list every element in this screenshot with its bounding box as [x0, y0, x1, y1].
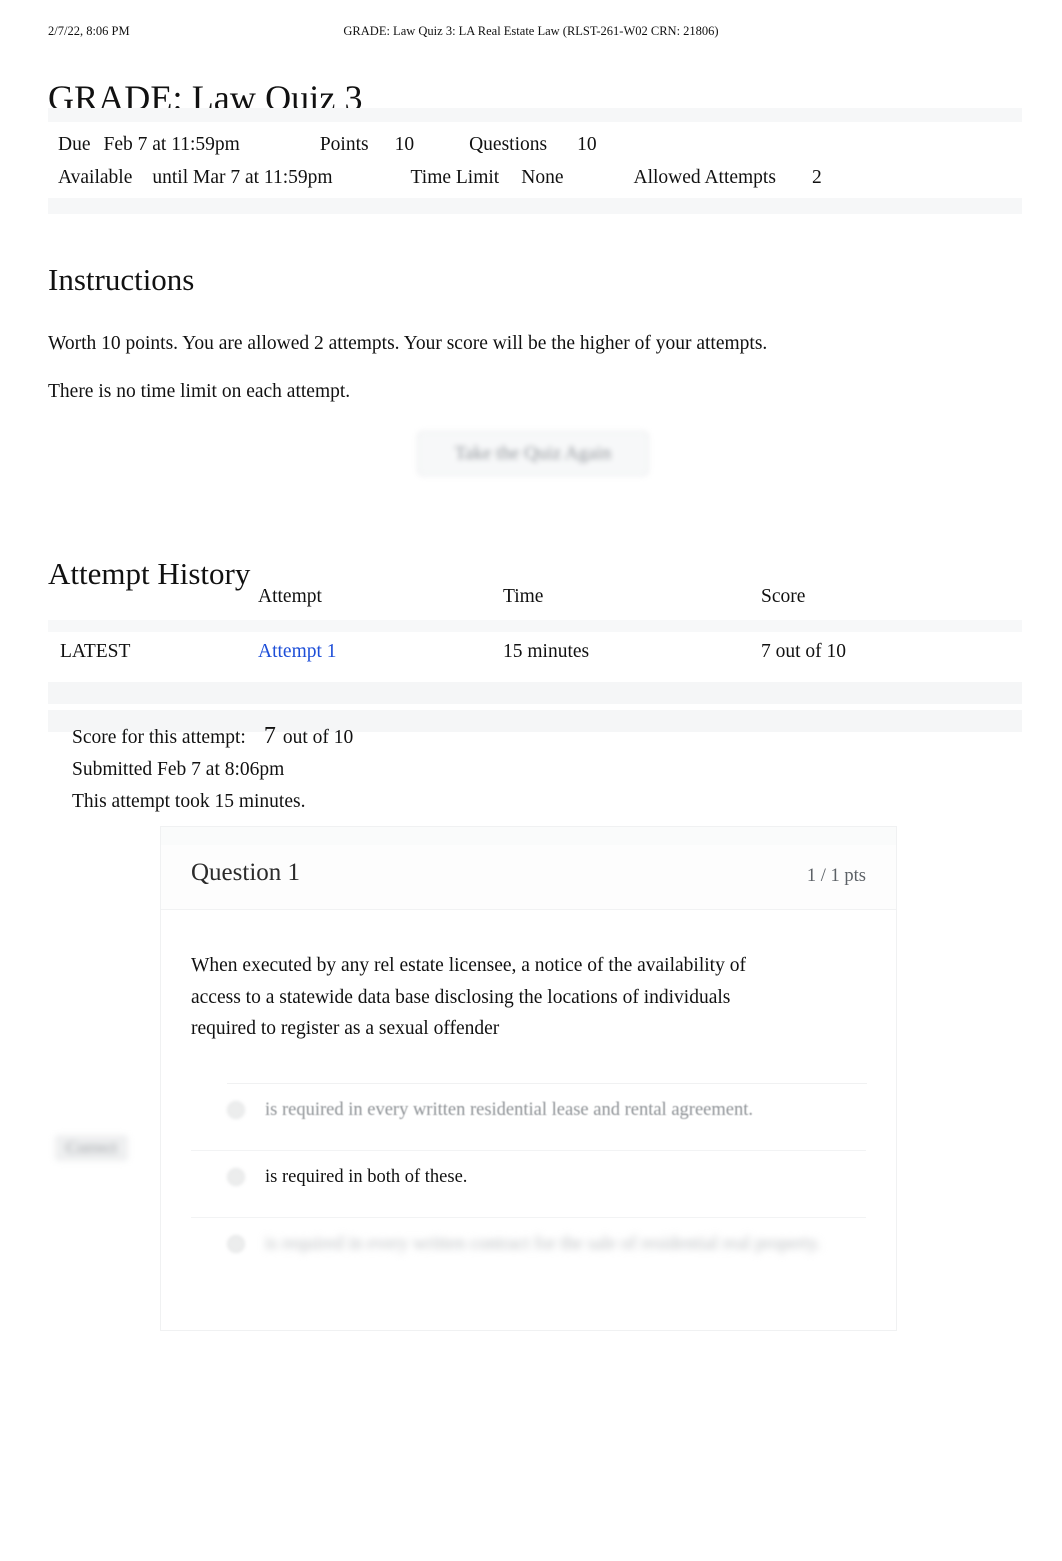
- due-label: Due: [58, 134, 91, 155]
- print-header: 2/7/22, 8:06 PM GRADE: Law Quiz 3: LA Re…: [0, 24, 1062, 42]
- score-for-attempt-label: Score for this attempt:: [72, 727, 246, 748]
- column-header-time: Time: [503, 586, 544, 607]
- table-row: LATEST Attempt 1 15 minutes 7 out of 10: [48, 632, 1022, 672]
- answer-option-1-label: is required in every written residential…: [265, 1099, 753, 1120]
- question-title: Question 1: [191, 859, 301, 886]
- answer-option-3[interactable]: is required in every written contract fo…: [191, 1218, 866, 1284]
- available-value: until Mar 7 at 11:59pm: [152, 167, 333, 188]
- points-label: Points: [319, 134, 369, 155]
- take-quiz-again-button[interactable]: Take the Quiz Again: [417, 431, 649, 476]
- column-header-score: Score: [761, 586, 806, 607]
- meta-top-band: [48, 108, 1022, 122]
- question-body: When executed by any rel estate licensee…: [161, 910, 896, 1330]
- questions-value: 10: [577, 134, 597, 155]
- submitted-line: Submitted Feb 7 at 8:06pm: [72, 759, 285, 780]
- allowed-attempts-label: Allowed Attempts: [633, 167, 776, 188]
- score-summary: Score for this attempt: 7 out of 10 Submit…: [72, 720, 353, 818]
- attempt-score-value: 7 out of 10: [761, 641, 847, 662]
- radio-button-icon[interactable]: [227, 1100, 245, 1119]
- attempt-history-header-row: Attempt Time Score: [48, 586, 1022, 620]
- radio-button-icon[interactable]: [227, 1234, 245, 1253]
- score-out-of-suffix: out of 10: [282, 727, 354, 748]
- attempt-1-link[interactable]: Attempt 1: [258, 641, 337, 662]
- question-points: 1 / 1 pts: [806, 866, 866, 886]
- meta-body: Due Feb 7 at 11:59pm Points 10 Questions…: [48, 122, 1022, 198]
- attempt-history-band: [48, 620, 1022, 632]
- score-for-attempt-value: 7: [263, 723, 276, 749]
- meta-row-2: Available until Mar 7 at 11:59pm Time Li…: [48, 161, 1022, 194]
- score-for-attempt-line: Score for this attempt: 7 out of 10: [72, 720, 353, 754]
- question-card-top-band: [161, 827, 896, 845]
- attempt-history-footer-band: [48, 682, 1022, 704]
- attempt-history-table: Attempt Time Score LATEST Attempt 1 15 m…: [48, 586, 1022, 732]
- print-page-title: GRADE: Law Quiz 3: LA Real Estate Law (R…: [343, 24, 719, 38]
- answer-option-2-label: is required in both of these.: [265, 1166, 468, 1187]
- column-header-attempt: Attempt: [258, 586, 322, 607]
- available-label: Available: [58, 167, 133, 188]
- meta-bottom-band: [48, 198, 1022, 214]
- answer-option-3-label: is required in every written contract fo…: [265, 1233, 822, 1254]
- time-limit-value: None: [521, 167, 564, 188]
- answer-list: is required in every written residential…: [191, 1084, 866, 1330]
- time-limit-label: Time Limit: [410, 167, 500, 188]
- questions-label: Questions: [469, 134, 548, 155]
- attempt-time-value: 15 minutes: [503, 641, 590, 662]
- answer-option-2[interactable]: is required in both of these.: [191, 1151, 866, 1218]
- points-value: 10: [394, 134, 415, 155]
- instructions-paragraph-2: There is no time limit on each attempt.: [48, 380, 351, 402]
- correct-answer-tag: Correct: [55, 1135, 128, 1161]
- answer-option-1[interactable]: is required in every written residential…: [191, 1084, 866, 1151]
- allowed-attempts-value: 2: [811, 167, 822, 188]
- instructions-paragraph-1: Worth 10 points. You are allowed 2 attem…: [48, 332, 768, 354]
- meta-row-1: Due Feb 7 at 11:59pm Points 10 Questions…: [48, 128, 1022, 161]
- question-text: When executed by any rel estate licensee…: [191, 955, 746, 1039]
- attempt-duration-line: This attempt took 15 minutes.: [72, 791, 306, 812]
- due-value: Feb 7 at 11:59pm: [103, 134, 240, 155]
- question-card: Question 1 1 / 1 pts When executed by an…: [160, 826, 897, 1331]
- instructions-heading: Instructions: [48, 261, 195, 297]
- question-header: Question 1 1 / 1 pts: [161, 845, 896, 910]
- attempt-latest-flag: LATEST: [60, 641, 131, 662]
- quiz-meta-table: Due Feb 7 at 11:59pm Points 10 Questions…: [48, 108, 1022, 214]
- radio-button-icon[interactable]: [227, 1167, 245, 1186]
